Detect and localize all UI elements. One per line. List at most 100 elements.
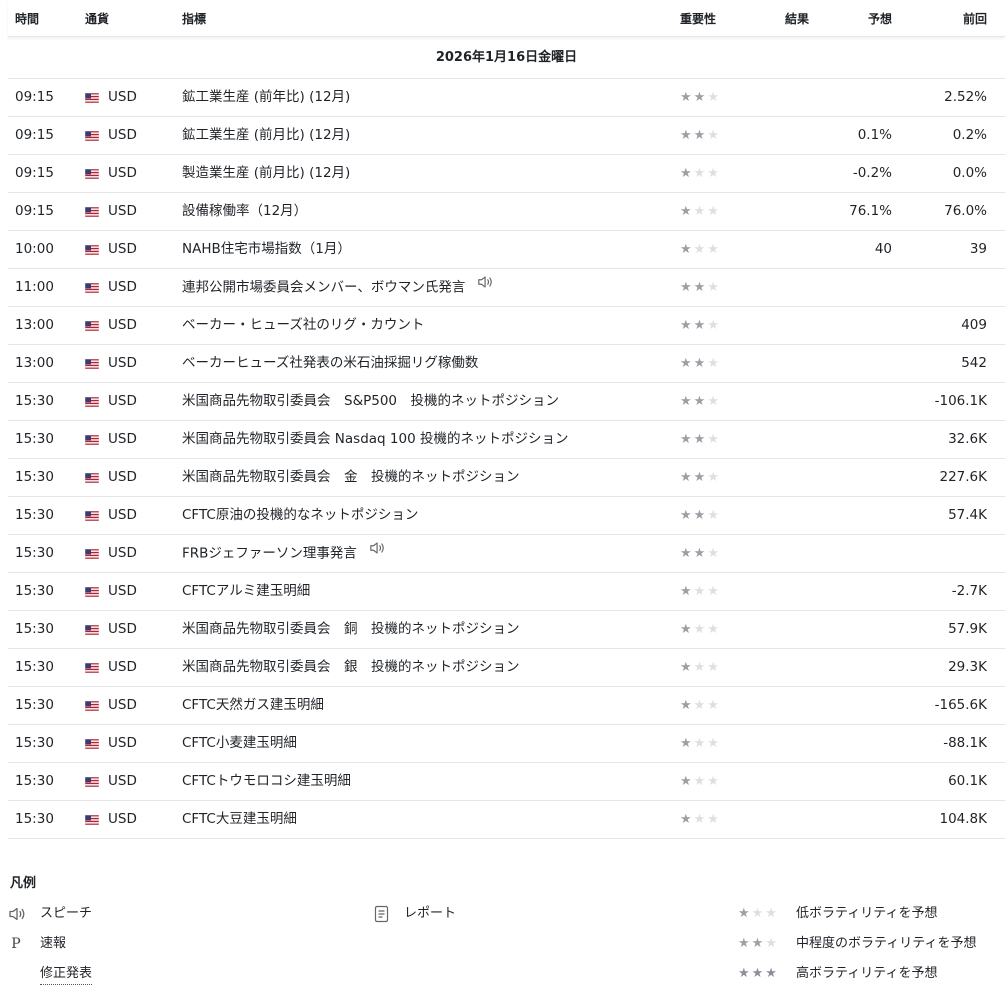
event-indicator-link[interactable]: 米国商品先物取引委員会 銅 投機的ネットポジション bbox=[182, 611, 520, 648]
event-time: 13:00 bbox=[15, 355, 54, 371]
table-row[interactable]: 15:30 USD 米国商品先物取引委員会 S&P500 投機的ネットポジション ★★… bbox=[8, 383, 1005, 421]
event-indicator-link[interactable]: ベーカー・ヒューズ社のリグ・カウント bbox=[182, 307, 424, 344]
speaker-icon bbox=[477, 269, 495, 306]
col-actual[interactable]: 結果 bbox=[785, 10, 809, 27]
importance-stars: ★★★ bbox=[680, 687, 721, 724]
table-row[interactable]: 15:30 USD 米国商品先物取引委員会 金 投機的ネットポジション ★★★ 227.… bbox=[8, 459, 1005, 497]
event-indicator: 設備稼働率（12月） bbox=[182, 203, 308, 219]
event-previous: 76.0% bbox=[944, 203, 987, 219]
event-previous: -2.7K bbox=[951, 583, 987, 599]
table-row[interactable]: 15:30 USD 米国商品先物取引委員会 銀 投機的ネットポジション ★★★ 29.3… bbox=[8, 649, 1005, 687]
table-row[interactable]: 15:30 USD 米国商品先物取引委員会 銅 投機的ネットポジション ★★★ 57.9… bbox=[8, 611, 1005, 649]
event-indicator-link[interactable]: CFTC原油の投機的なネットポジション bbox=[182, 497, 418, 534]
star-icon: ★ bbox=[680, 736, 694, 751]
event-indicator-link[interactable]: CFTCアルミ建玉明細 bbox=[182, 573, 310, 610]
importance-stars: ★★★ bbox=[680, 725, 721, 762]
star-icon: ★ bbox=[680, 660, 694, 675]
event-indicator: CFTC原油の投機的なネットポジション bbox=[182, 507, 419, 523]
table-row[interactable]: 13:00 USD ベーカーヒューズ社発表の米石油採掘リグ稼働数 ★★★ 542 bbox=[8, 345, 1005, 383]
event-indicator-link[interactable]: ベーカーヒューズ社発表の米石油採掘リグ稼働数 bbox=[182, 345, 478, 382]
event-currency: USD bbox=[108, 89, 137, 105]
event-indicator-link[interactable]: 鉱工業生産 (前月比) (12月) bbox=[182, 117, 350, 154]
event-forecast: 76.1% bbox=[849, 203, 892, 219]
event-currency: USD bbox=[108, 431, 137, 447]
table-row[interactable]: 09:15 USD 鉱工業生産 (前月比) (12月) ★★★ 0.1% 0.2% bbox=[8, 117, 1005, 155]
table-row[interactable]: 09:15 USD 製造業生産 (前月比) (12月) ★★★ -0.2% 0.0% bbox=[8, 155, 1005, 193]
importance-stars: ★★★ bbox=[680, 649, 721, 686]
event-time: 15:30 bbox=[15, 545, 54, 561]
table-row[interactable]: 15:30 USD CFTC原油の投機的なネットポジション ★★★ 57.4K bbox=[8, 497, 1005, 535]
star-icon: ★★★ bbox=[738, 936, 779, 951]
event-indicator-link[interactable]: CFTC天然ガス建玉明細 bbox=[182, 687, 324, 724]
event-indicator-link[interactable]: CFTCトウモロコシ建玉明細 bbox=[182, 763, 351, 800]
importance-stars: ★★★ bbox=[680, 421, 721, 458]
table-row[interactable]: 15:30 USD CFTCアルミ建玉明細 ★★★ -2.7K bbox=[8, 573, 1005, 611]
col-currency[interactable]: 通貨 bbox=[85, 10, 109, 27]
event-previous: 60.1K bbox=[948, 773, 987, 789]
event-previous: -88.1K bbox=[943, 735, 987, 751]
table-row[interactable]: 15:30 USD CFTCトウモロコシ建玉明細 ★★★ 60.1K bbox=[8, 763, 1005, 801]
event-rows: 09:15 USD 鉱工業生産 (前年比) (12月) ★★★ 2.52% 09:15 US… bbox=[8, 79, 1005, 839]
event-indicator-link[interactable]: 設備稼働率（12月） bbox=[182, 193, 307, 230]
date-group-header: 2026年1月16日金曜日 bbox=[8, 37, 1005, 79]
table-row[interactable]: 15:30 USD CFTC小麦建玉明細 ★★★ -88.1K bbox=[8, 725, 1005, 763]
col-indicator[interactable]: 指標 bbox=[182, 10, 206, 27]
event-previous: 227.6K bbox=[939, 469, 987, 485]
star-icon: ★ bbox=[707, 508, 721, 523]
event-indicator: 製造業生産 (前月比) (12月) bbox=[182, 165, 351, 181]
star-icon: ★★ bbox=[693, 204, 721, 219]
star-icon: ★ bbox=[707, 394, 721, 409]
event-indicator-link[interactable]: CFTC小麦建玉明細 bbox=[182, 725, 297, 762]
table-row[interactable]: 09:15 USD 鉱工業生産 (前年比) (12月) ★★★ 2.52% bbox=[8, 79, 1005, 117]
star-icon: ★ bbox=[680, 584, 694, 599]
event-time: 15:30 bbox=[15, 621, 54, 637]
star-icon: ★★ bbox=[680, 470, 708, 485]
table-row[interactable]: 15:30 USD CFTC天然ガス建玉明細 ★★★ -165.6K bbox=[8, 687, 1005, 725]
event-indicator: 連邦公開市場委員会メンバー、ボウマン氏発言 bbox=[182, 279, 466, 296]
event-forecast: 40 bbox=[874, 241, 892, 257]
importance-stars: ★★★ bbox=[680, 269, 721, 306]
table-row[interactable]: 09:15 USD 設備稼働率（12月） ★★★ 76.1% 76.0% bbox=[8, 193, 1005, 231]
table-row[interactable]: 10:00 USD NAHB住宅市場指数（1月） ★★★ 40 39 bbox=[8, 231, 1005, 269]
table-row[interactable]: 15:30 USD CFTC大豆建玉明細 ★★★ 104.8K bbox=[8, 801, 1005, 839]
event-indicator-link[interactable]: NAHB住宅市場指数（1月） bbox=[182, 231, 351, 268]
legend-label: 高ボラティリティを予想 bbox=[796, 966, 938, 981]
event-currency: USD bbox=[108, 545, 137, 561]
col-forecast[interactable]: 予想 bbox=[868, 10, 892, 27]
col-importance[interactable]: 重要性 bbox=[680, 10, 716, 27]
event-time: 09:15 bbox=[15, 203, 54, 219]
event-indicator-link[interactable]: FRBジェファーソン理事発言 bbox=[182, 535, 387, 573]
event-time: 10:00 bbox=[15, 241, 54, 257]
table-header: 時間 通貨 指標 重要性 結果 予想 前回 bbox=[8, 0, 1005, 37]
table-row[interactable]: 11:00 USD 連邦公開市場委員会メンバー、ボウマン氏発言 ★★★ bbox=[8, 269, 1005, 307]
legend-label: 低ボラティリティを予想 bbox=[796, 906, 938, 921]
us-flag-icon bbox=[84, 776, 100, 788]
star-icon: ★★ bbox=[680, 280, 708, 295]
event-currency: USD bbox=[108, 659, 137, 675]
us-flag-icon bbox=[84, 510, 100, 522]
table-row[interactable]: 15:30 USD 米国商品先物取引委員会 Nasdaq 100 投機的ネットポジシ… bbox=[8, 421, 1005, 459]
event-currency: USD bbox=[108, 279, 137, 295]
table-row[interactable]: 15:30 USD FRBジェファーソン理事発言 ★★★ bbox=[8, 535, 1005, 573]
importance-stars: ★★★ bbox=[680, 117, 721, 154]
col-previous[interactable]: 前回 bbox=[963, 10, 987, 27]
us-flag-icon bbox=[84, 358, 100, 370]
event-indicator-link[interactable]: CFTC大豆建玉明細 bbox=[182, 801, 297, 838]
col-time[interactable]: 時間 bbox=[15, 10, 39, 27]
event-indicator-link[interactable]: 米国商品先物取引委員会 銀 投機的ネットポジション bbox=[182, 649, 520, 686]
event-indicator-link[interactable]: 鉱工業生産 (前年比) (12月) bbox=[182, 79, 350, 116]
event-indicator-link[interactable]: 米国商品先物取引委員会 金 投機的ネットポジション bbox=[182, 459, 520, 496]
event-indicator: 鉱工業生産 (前月比) (12月) bbox=[182, 127, 351, 143]
event-indicator-link[interactable]: 製造業生産 (前月比) (12月) bbox=[182, 155, 350, 192]
event-previous: 2.52% bbox=[944, 89, 987, 105]
importance-stars: ★★★ bbox=[680, 535, 721, 572]
event-indicator: NAHB住宅市場指数（1月） bbox=[182, 241, 351, 257]
event-indicator-link[interactable]: 連邦公開市場委員会メンバー、ボウマン氏発言 bbox=[182, 269, 495, 307]
event-indicator-link[interactable]: 米国商品先物取引委員会 S&P500 投機的ネットポジション bbox=[182, 383, 559, 420]
importance-stars: ★★★ bbox=[680, 79, 721, 116]
star-icon: ★★ bbox=[693, 698, 721, 713]
table-row[interactable]: 13:00 USD ベーカー・ヒューズ社のリグ・カウント ★★★ 409 bbox=[8, 307, 1005, 345]
star-icon: ★ bbox=[707, 546, 721, 561]
event-indicator: CFTC天然ガス建玉明細 bbox=[182, 697, 324, 713]
event-indicator-link[interactable]: 米国商品先物取引委員会 Nasdaq 100 投機的ネットポジション bbox=[182, 421, 568, 458]
